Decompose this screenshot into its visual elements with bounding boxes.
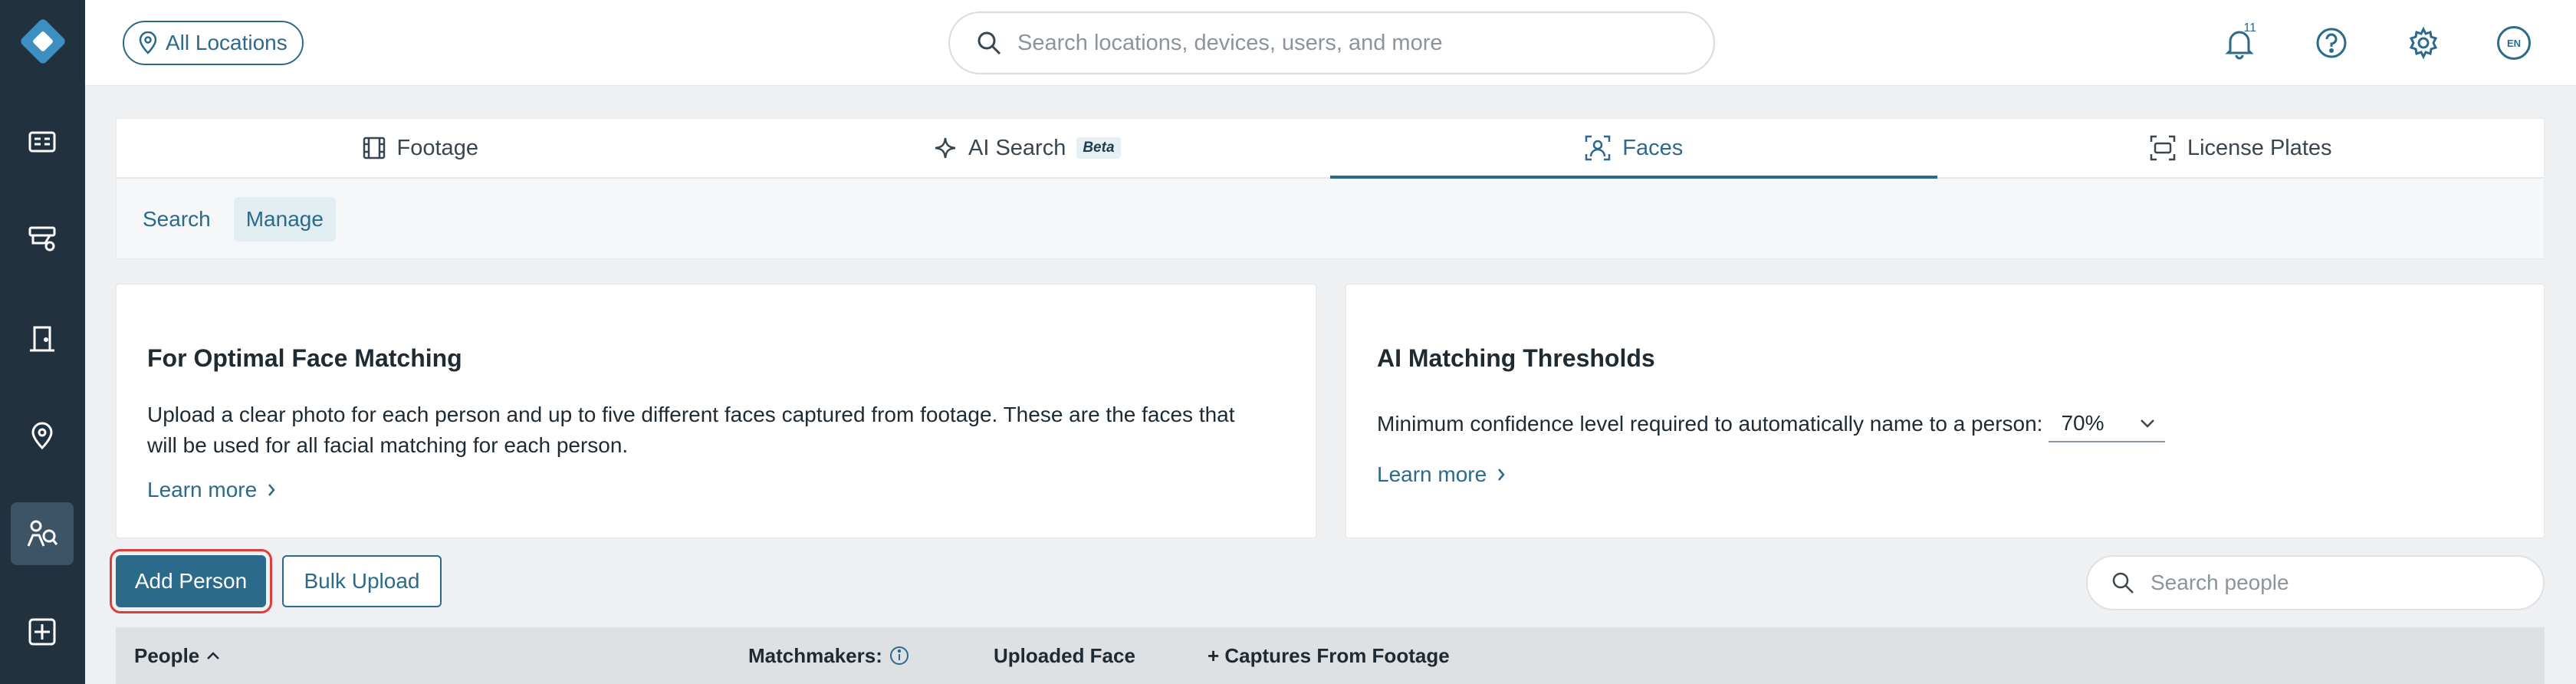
dashboard-icon <box>27 127 58 157</box>
settings-button[interactable] <box>2402 21 2445 64</box>
card-title: AI Matching Thresholds <box>1377 344 1655 372</box>
sort-ascending-icon <box>205 650 221 661</box>
learn-more-link[interactable]: Learn more <box>147 478 277 502</box>
sidebar-item-people-search[interactable] <box>11 502 74 565</box>
card-body: Upload a clear photo for each person and… <box>147 403 1235 457</box>
chevron-right-icon <box>1496 467 1506 482</box>
threshold-row: Minimum confidence level required to aut… <box>1377 406 2166 442</box>
location-selector-label: All Locations <box>166 31 288 54</box>
sparkle-icon <box>933 136 958 160</box>
tab-label: Footage <box>396 135 478 160</box>
confidence-threshold-select[interactable]: 70% <box>2049 406 2166 442</box>
location-pin-icon <box>27 420 58 451</box>
search-icon <box>976 30 1002 56</box>
card-title: For Optimal Face Matching <box>147 344 462 372</box>
main-tabs: Footage AI Search Beta Faces License Pla… <box>117 119 2544 179</box>
column-header-uploaded-face: Uploaded Face <box>994 643 1135 667</box>
search-people-input[interactable] <box>2150 571 2534 595</box>
sidebar-item-dashboard[interactable] <box>11 110 74 173</box>
chevron-down-icon <box>2139 418 2156 429</box>
film-icon <box>362 136 386 160</box>
tab-label: Faces <box>1622 135 1684 160</box>
language-label: EN <box>2497 26 2531 60</box>
threshold-label: Minimum confidence level required to aut… <box>1377 412 2043 436</box>
global-search <box>948 12 1715 74</box>
person-search-icon <box>25 517 59 551</box>
topbar: All Locations 11 EN <box>85 0 2576 86</box>
face-scan-icon <box>1584 134 1612 162</box>
sidebar-item-access[interactable] <box>11 307 74 370</box>
integrations-icon <box>27 617 58 647</box>
tab-license-plates[interactable]: License Plates <box>1937 119 2545 177</box>
search-icon <box>2111 571 2135 595</box>
notification-count-badge: 11 <box>2243 21 2256 35</box>
column-header-label: Matchmakers: <box>748 643 882 667</box>
info-icon[interactable] <box>889 645 910 666</box>
add-person-button[interactable]: Add Person <box>110 549 272 613</box>
people-table-header: People Matchmakers: Uploaded Face + Capt… <box>116 627 2545 684</box>
notifications-button[interactable]: 11 <box>2218 21 2261 64</box>
sidebar-item-cameras[interactable] <box>11 207 74 270</box>
tab-faces[interactable]: Faces <box>1330 119 1937 179</box>
tab-label: AI Search <box>968 135 1066 160</box>
tab-label: License Plates <box>2187 135 2332 160</box>
door-icon <box>27 323 58 354</box>
gear-icon <box>2407 26 2440 60</box>
license-plate-icon <box>2149 134 2177 162</box>
location-pin-icon <box>138 31 158 54</box>
learn-more-label: Learn more <box>1377 462 1487 486</box>
tab-ai-search[interactable]: AI Search Beta <box>724 119 1331 177</box>
sub-tabs: Search Manage <box>130 197 336 242</box>
learn-more-link[interactable]: Learn more <box>1377 462 1506 487</box>
column-header-people[interactable]: People <box>134 627 221 684</box>
column-header-captures: + Captures From Footage <box>1208 643 1450 667</box>
subtab-search[interactable]: Search <box>130 197 223 242</box>
tabs-panel: Footage AI Search Beta Faces License Pla… <box>116 118 2545 259</box>
help-button[interactable] <box>2310 21 2353 64</box>
help-icon <box>2315 26 2348 60</box>
people-search <box>2086 555 2545 610</box>
sidebar-item-locations[interactable] <box>11 404 74 467</box>
location-selector-button[interactable]: All Locations <box>123 21 304 65</box>
chevron-right-icon <box>266 482 277 498</box>
bulk-upload-button[interactable]: Bulk Upload <box>282 555 442 607</box>
column-header-label: People <box>134 643 200 667</box>
beta-badge: Beta <box>1076 137 1121 159</box>
optimal-face-matching-card: For Optimal Face Matching Upload a clear… <box>116 284 1316 538</box>
learn-more-label: Learn more <box>147 478 258 501</box>
column-header-matchmakers: Matchmakers: <box>748 627 910 684</box>
global-search-input[interactable] <box>1017 30 1692 56</box>
sidebar-item-integrations[interactable] <box>11 600 74 663</box>
camera-icon <box>27 223 58 254</box>
ai-matching-thresholds-card: AI Matching Thresholds Minimum confidenc… <box>1346 284 2545 538</box>
confidence-threshold-value: 70% <box>2061 411 2104 435</box>
tab-footage[interactable]: Footage <box>117 119 724 177</box>
sidebar <box>0 0 85 684</box>
language-button[interactable]: EN <box>2492 21 2535 64</box>
app-logo-icon[interactable] <box>14 12 72 71</box>
subtab-manage[interactable]: Manage <box>233 197 336 242</box>
